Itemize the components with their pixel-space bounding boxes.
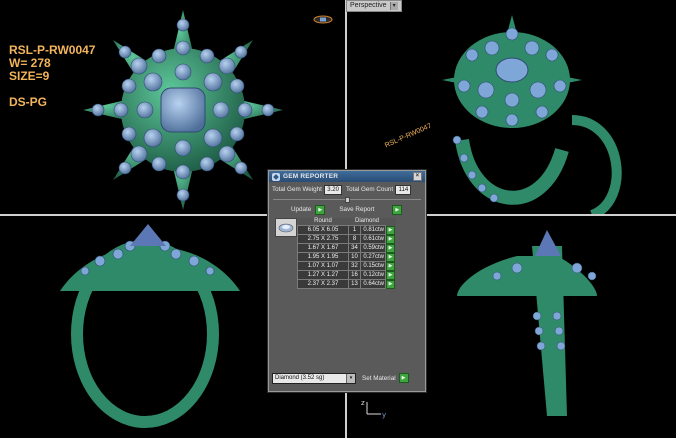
row-action: ▶ xyxy=(386,279,396,289)
gem-size: 1.27 X 1.27 xyxy=(297,270,349,280)
material-row: Diamond (3.52 sg) ▾ Set Material ▶ xyxy=(272,371,422,385)
table-row[interactable]: 2.37 X 2.37 13 0.64ctw ▶ xyxy=(297,279,396,289)
update-button[interactable]: ▶ xyxy=(315,204,326,215)
row-action: ▶ xyxy=(386,225,396,235)
gem-count: 34 xyxy=(348,243,361,253)
gem-weight: 0.64ctw xyxy=(360,279,386,289)
gem-reporter-logo-icon xyxy=(272,172,280,181)
row-action: ▶ xyxy=(386,261,396,271)
gem-table: Round Diamond 6.05 X 6.05 1 0.81ctw ▶ 2.75 X… xyxy=(297,218,396,289)
totals-row: Total Gem Weight 3.20 Total Gem Count 11… xyxy=(269,182,425,195)
table-row[interactable]: 6.05 X 6.05 1 0.81ctw ▶ xyxy=(297,225,396,235)
select-gem-button[interactable]: ▶ xyxy=(386,243,395,253)
gem-size: 1.95 X 1.95 xyxy=(297,252,349,262)
row-action: ▶ xyxy=(386,234,396,244)
dialog-title: GEM REPORTER xyxy=(283,173,339,180)
ring-info: RSL-P-RW0047 W= 278 SIZE=9 DS-PG xyxy=(9,44,95,109)
table-row[interactable]: 2.75 X 2.75 8 0.61ctw ▶ xyxy=(297,234,396,244)
set-material-label: Set Material xyxy=(362,374,396,382)
select-gem-button[interactable]: ▶ xyxy=(386,261,395,271)
gem-count: 8 xyxy=(348,234,361,244)
round-gem-thumbnail-icon[interactable] xyxy=(275,218,297,237)
gem-weight: 0.12ctw xyxy=(360,270,386,280)
close-icon[interactable]: × xyxy=(413,172,422,181)
table-row[interactable]: 1.27 X 1.27 16 0.12ctw ▶ xyxy=(297,270,396,280)
row-action: ▶ xyxy=(386,243,396,253)
total-weight-value: 3.20 xyxy=(323,184,342,195)
set-material-button[interactable]: ▶ xyxy=(398,373,409,383)
row-action: ▶ xyxy=(386,252,396,262)
select-gem-button[interactable]: ▶ xyxy=(386,234,395,244)
axis-y-label: y xyxy=(382,411,386,419)
save-report-label: Save Report xyxy=(339,206,375,213)
select-gem-button[interactable]: ▶ xyxy=(386,279,395,289)
gem-size: 1.07 X 1.07 xyxy=(297,261,349,271)
dialog-slider-handle[interactable] xyxy=(345,197,350,203)
axis-z-label: z xyxy=(361,399,365,407)
dialog-titlebar[interactable]: GEM REPORTER × xyxy=(269,171,425,182)
viewport-dropdown-icon[interactable]: ▾ xyxy=(389,2,398,10)
table-row[interactable]: 1.67 X 1.67 34 0.59ctw ▶ xyxy=(297,243,396,253)
total-count-label: Total Gem Count xyxy=(345,186,394,193)
select-gem-button[interactable]: ▶ xyxy=(386,225,395,235)
view-cube-icon[interactable] xyxy=(313,15,333,24)
gem-size: 6.05 X 6.05 xyxy=(297,225,349,235)
gem-reporter-dialog[interactable]: GEM REPORTER × Total Gem Weight 3.20 Tot… xyxy=(268,170,426,392)
row-action: ▶ xyxy=(386,270,396,280)
select-gem-button[interactable]: ▶ xyxy=(386,252,395,262)
select-gem-button[interactable]: ▶ xyxy=(386,270,395,280)
gem-size: 1.67 X 1.67 xyxy=(297,243,349,253)
actions-row: Update ▶ Save Report ▶ xyxy=(269,204,425,215)
gem-count: 10 xyxy=(348,252,361,262)
gem-count: 32 xyxy=(348,261,361,271)
ring-size: SIZE=9 xyxy=(9,69,50,83)
gem-weight: 0.81ctw xyxy=(360,225,386,235)
gem-count: 13 xyxy=(348,279,361,289)
axis-gizmo-icon: z y xyxy=(361,399,386,419)
total-count-value: 114 xyxy=(395,184,412,195)
material-select-value: Diamond (3.52 sg) xyxy=(275,374,325,381)
gem-weight: 0.61ctw xyxy=(360,234,386,244)
gem-count: 16 xyxy=(348,270,361,280)
gem-weight: 0.59ctw xyxy=(360,243,386,253)
column-header-diamond: Diamond xyxy=(348,218,386,226)
gem-weight: 0.27ctw xyxy=(360,252,386,262)
gem-size: 2.75 X 2.75 xyxy=(297,234,349,244)
column-header-round: Round xyxy=(297,218,349,226)
save-report-button[interactable]: ▶ xyxy=(392,204,403,215)
table-row[interactable]: 1.07 X 1.07 32 0.15ctw ▶ xyxy=(297,261,396,271)
gem-weight: 0.15ctw xyxy=(360,261,386,271)
viewport-label-text: Perspective xyxy=(350,2,387,9)
viewport-label[interactable]: Perspective ▾ xyxy=(346,0,402,12)
chevron-down-icon[interactable]: ▾ xyxy=(346,373,355,383)
gem-count: 1 xyxy=(348,225,361,235)
ring-designer: DS-PG xyxy=(9,95,48,109)
table-row[interactable]: 1.95 X 1.95 10 0.27ctw ▶ xyxy=(297,252,396,262)
material-select[interactable]: Diamond (3.52 sg) ▾ xyxy=(272,372,356,384)
total-weight-label: Total Gem Weight xyxy=(272,186,322,193)
update-label: Update xyxy=(291,206,312,213)
gem-size: 2.37 X 2.37 xyxy=(297,279,349,289)
